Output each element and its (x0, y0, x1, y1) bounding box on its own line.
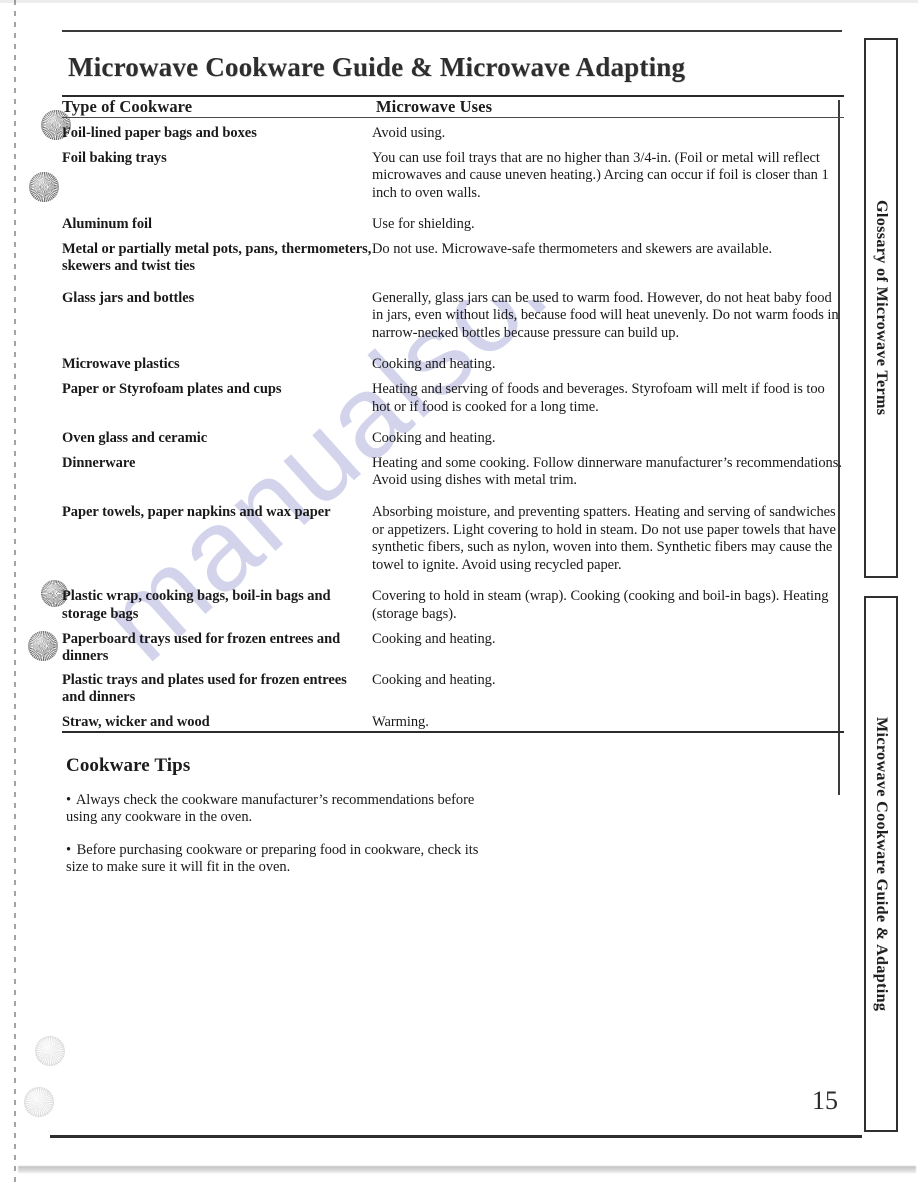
side-tab-cookware-guide-label: Microwave Cookware Guide & Adapting (873, 716, 890, 1012)
cell-microwave-uses: Cooking and heating. (372, 672, 496, 689)
header-rule (62, 30, 842, 32)
cell-cookware-type: Metal or partially metal pots, pans, the… (62, 241, 372, 275)
cookware-table-body: Foil-lined paper bags and boxes Avoid usi… (62, 118, 844, 731)
page-title: Microwave Cookware Guide & Microwave Ada… (68, 52, 686, 82)
cookware-tip: • Always check the cookware manufacturer… (66, 792, 486, 827)
cell-cookware-type: Plastic trays and plates used for frozen… (62, 672, 347, 706)
cell-microwave-uses: Cooking and heating. (372, 430, 496, 447)
cell-cookware-type: Foil-lined paper bags and boxes (62, 125, 257, 141)
cell-microwave-uses: Generally, glass jars can be used to war… (372, 289, 839, 341)
cell-microwave-uses: Cooking and heating. (372, 630, 496, 647)
cell-cookware-type: Plastic wrap, cooking bags, boil-in bags… (62, 588, 331, 622)
side-tab-glossary[interactable]: Glossary of Microwave Terms (864, 38, 898, 578)
column-header-type: Type of Cookware (62, 97, 193, 116)
table-row: Glass jars and bottles Generally, glass j… (62, 290, 844, 357)
bullet-icon: • (66, 841, 74, 858)
footer-rule (50, 1135, 862, 1138)
cell-cookware-type: Microwave plastics (62, 356, 180, 373)
table-row: Microwave plastics Cooking and heating. (62, 356, 844, 381)
column-header-uses: Microwave Uses (376, 97, 493, 116)
cell-microwave-uses: Heating and some cooking. Follow dinnerw… (372, 454, 842, 489)
binder-ring-artifact (28, 631, 58, 661)
cookware-tips-title: Cookware Tips (66, 755, 191, 777)
cell-microwave-uses: Do not use. Microwave-safe thermometers … (372, 241, 773, 258)
cell-cookware-type: Straw, wicker and wood (62, 713, 210, 730)
table-row: Aluminum foil Use for shielding. (62, 216, 844, 241)
side-tab-cookware-guide[interactable]: Microwave Cookware Guide & Adapting (864, 596, 898, 1132)
cell-cookware-type: Oven glass and ceramic (62, 430, 208, 447)
cookware-table: Type of Cookware Microwave Uses (62, 97, 844, 117)
scan-artifact-bottom-edge (18, 1166, 916, 1173)
table-row: Paper towels, paper napkins and wax pape… (62, 504, 844, 588)
binder-ring-artifact (24, 1087, 54, 1117)
cell-microwave-uses: You can use foil trays that are no highe… (372, 149, 829, 201)
binder-ring-artifact (35, 1036, 65, 1066)
cell-microwave-uses: Use for shielding. (372, 216, 475, 233)
cell-microwave-uses: Warming. (372, 713, 429, 730)
cell-cookware-type: Paperboard trays used for frozen entrees… (62, 630, 341, 664)
table-row: Metal or partially metal pots, pans, the… (62, 241, 844, 290)
cell-microwave-uses: Absorbing moisture, and preventing spatt… (372, 504, 836, 573)
table-row: Dinnerware Heating and some cooking. Foll… (62, 455, 844, 504)
side-tab-glossary-label: Glossary of Microwave Terms (873, 200, 890, 416)
page-number: 15 (812, 1086, 838, 1115)
table-row: Oven glass and ceramic Cooking and heatin… (62, 430, 844, 455)
cell-microwave-uses: Avoid using. (372, 125, 446, 141)
page-content: Microwave Cookware Guide & Microwave Ada… (62, 40, 844, 889)
table-row: Plastic trays and plates used for frozen… (62, 672, 844, 714)
cell-microwave-uses: Covering to hold in steam (wrap). Cookin… (372, 588, 829, 623)
table-row: Paper or Styrofoam plates and cups Heatin… (62, 381, 844, 430)
cell-cookware-type: Paper towels, paper napkins and wax pape… (62, 504, 331, 521)
cell-cookware-type: Aluminum foil (62, 216, 152, 233)
cell-cookware-type: Glass jars and bottles (62, 289, 195, 306)
cell-cookware-type: Dinnerware (62, 454, 136, 471)
cookware-tips-section: Cookware Tips • Always check the cookwar… (62, 755, 486, 877)
table-row: Plastic wrap, cooking bags, boil-in bags… (62, 588, 844, 630)
table-body: Foil-lined paper bags and boxes Avoid usi… (62, 118, 844, 731)
scan-artifact-left-edge (14, 0, 16, 1188)
cell-cookware-type: Paper or Styrofoam plates and cups (62, 380, 282, 397)
table-header: Type of Cookware Microwave Uses (62, 97, 844, 117)
table-header-row: Type of Cookware Microwave Uses (62, 97, 844, 117)
table-row: Straw, wicker and wood Warming. (62, 714, 844, 732)
table-row: Paperboard trays used for frozen entrees… (62, 631, 844, 673)
cookware-tip-text: Always check the cookware manufacturer’s… (66, 791, 475, 826)
cell-microwave-uses: Cooking and heating. (372, 356, 496, 373)
cookware-tip-text: Before purchasing cookware or preparing … (66, 841, 479, 876)
table-row: Foil baking trays You can use foil trays … (62, 150, 844, 217)
table-row: Foil-lined paper bags and boxes Avoid usi… (62, 118, 844, 150)
binder-ring-artifact (29, 172, 59, 202)
cell-cookware-type: Foil baking trays (62, 149, 167, 166)
bullet-icon: • (66, 791, 74, 808)
scan-artifact-top-edge (0, 0, 918, 3)
cookware-tips-list: • Always check the cookware manufacturer… (66, 792, 486, 877)
document-page: manualsonline.com Microwave Cookware Gui… (0, 0, 918, 1188)
table-bottom-rule (62, 731, 844, 734)
cookware-tip: • Before purchasing cookware or preparin… (66, 842, 486, 877)
cell-microwave-uses: Heating and serving of foods and beverag… (372, 380, 825, 415)
